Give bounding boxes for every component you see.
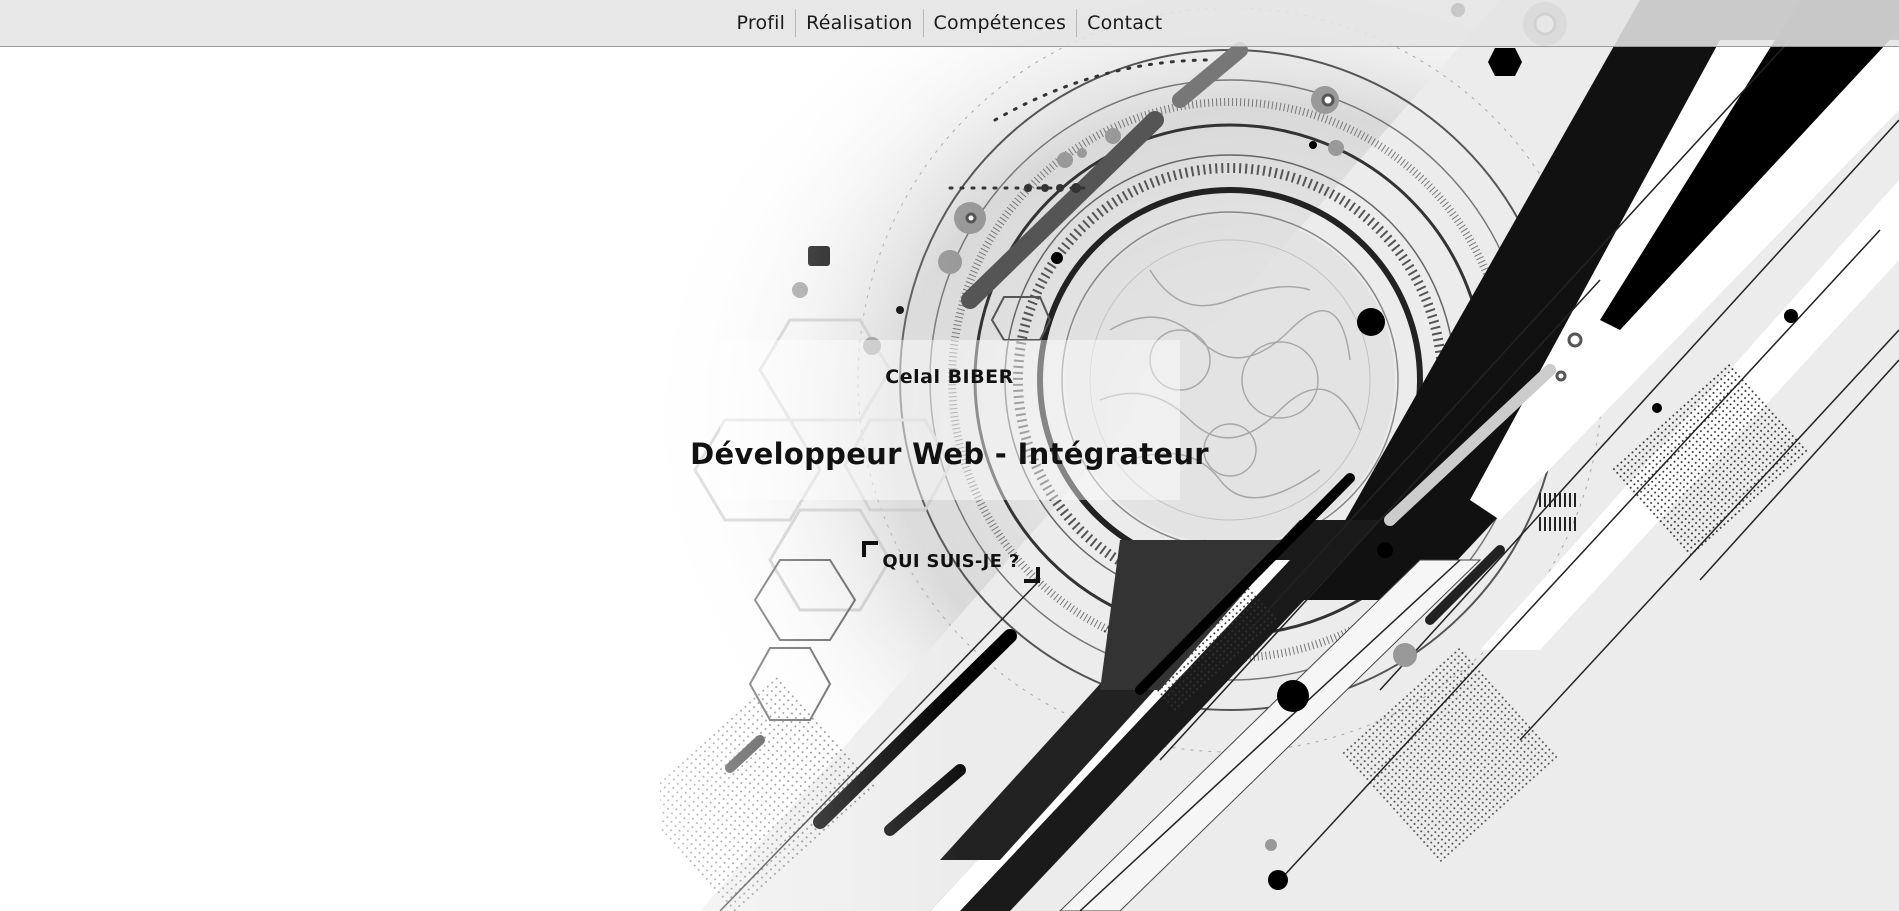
hero-name: Celal BIBER — [885, 366, 1014, 388]
who-am-i-button-label: QUI SUIS-JE ? — [882, 551, 1020, 572]
nav-link-realisation[interactable]: Réalisation — [795, 9, 922, 37]
nav-link-competences[interactable]: Compétences — [922, 9, 1077, 37]
page: Profil Réalisation Compétences Contact C… — [0, 0, 1899, 911]
bracket-corner-bottom-right — [1024, 567, 1040, 583]
who-am-i-button[interactable]: QUI SUIS-JE ? — [862, 541, 1040, 583]
nav-menu: Profil Réalisation Compétences Contact — [727, 9, 1173, 37]
nav-link-profil[interactable]: Profil — [727, 9, 796, 37]
hero-title: Développeur Web - Intégrateur — [690, 437, 1209, 471]
top-navigation-bar: Profil Réalisation Compétences Contact — [0, 0, 1899, 47]
nav-link-contact[interactable]: Contact — [1076, 9, 1172, 37]
